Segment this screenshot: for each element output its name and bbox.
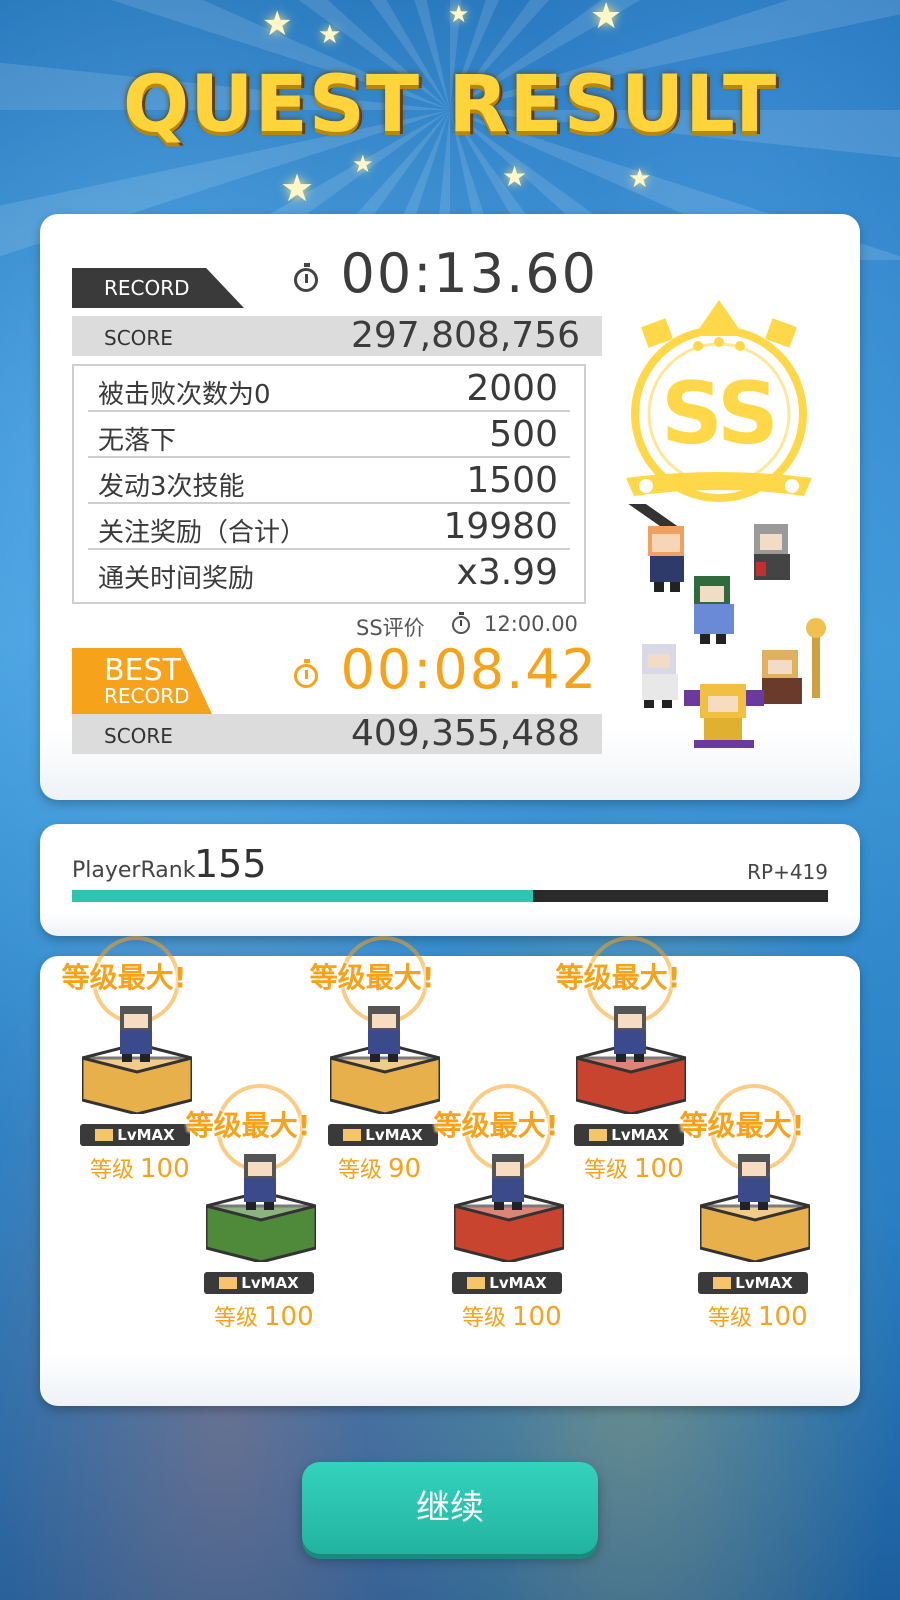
star-icon: ★ bbox=[502, 160, 528, 193]
continue-button[interactable]: 继续 bbox=[302, 1462, 598, 1554]
unit-sprite bbox=[492, 1154, 524, 1210]
star-icon: ★ bbox=[590, 0, 623, 37]
level-value: 100 bbox=[758, 1302, 808, 1332]
lvmax-tag-text: LvMAX bbox=[611, 1126, 669, 1144]
level-max-banner: 等级最大! bbox=[309, 961, 435, 994]
star-icon: ★ bbox=[628, 164, 652, 194]
timer-icon bbox=[452, 612, 470, 634]
level-max-banner: 等级最大! bbox=[185, 1109, 311, 1142]
bonus-value: 19980 bbox=[443, 506, 558, 547]
party-sprites bbox=[622, 504, 826, 748]
star-icon: ★ bbox=[448, 0, 470, 28]
rank-progress-bar bbox=[72, 890, 828, 902]
level-label: 等级 bbox=[338, 1158, 383, 1183]
record-time: 00:13.60 bbox=[340, 242, 598, 305]
record-tag: RECORD bbox=[72, 268, 244, 308]
result-card: RECORD 00:13.60 SCORE 297,808,756 被击败次数为… bbox=[40, 214, 860, 800]
bonus-row: 发动3次技能 1500 bbox=[88, 458, 570, 504]
best-score-bar: SCORE 409,355,488 bbox=[72, 714, 602, 754]
unit-level: 等级 100 bbox=[462, 1300, 562, 1332]
bonus-row: 被击败次数为0 2000 bbox=[88, 366, 570, 412]
character-sprite bbox=[754, 524, 790, 580]
lvmax-tag-text: LvMAX bbox=[489, 1274, 547, 1292]
bonus-name: 无落下 bbox=[98, 426, 177, 456]
level-label: 等级 bbox=[214, 1306, 259, 1331]
score-label: SCORE bbox=[104, 724, 173, 748]
best-time: 00:08.42 bbox=[340, 638, 598, 701]
unit-level: 等级 100 bbox=[584, 1152, 684, 1184]
best-record-tag: BEST RECORD bbox=[72, 648, 212, 714]
character-sprite bbox=[762, 618, 826, 704]
best-tag-line2: RECORD bbox=[104, 684, 190, 708]
bonus-row: 关注奖励（合计） 19980 bbox=[88, 504, 570, 550]
bonus-value: 500 bbox=[489, 414, 558, 455]
level-value: 100 bbox=[140, 1154, 190, 1184]
bonus-name: 发动3次技能 bbox=[98, 472, 245, 502]
level-value: 100 bbox=[264, 1302, 314, 1332]
grade-text: SS bbox=[660, 364, 779, 464]
best-tag-line1: BEST bbox=[104, 653, 181, 688]
star-icon: ★ bbox=[352, 150, 374, 178]
unit-level: 等级 100 bbox=[214, 1300, 314, 1332]
unit-level: 等级 90 bbox=[338, 1152, 421, 1184]
character-sprite bbox=[642, 644, 678, 708]
level-value: 90 bbox=[388, 1154, 422, 1184]
lvmax-tag-text: LvMAX bbox=[241, 1274, 299, 1292]
level-value: 100 bbox=[512, 1302, 562, 1332]
character-sprite bbox=[694, 576, 734, 644]
bonus-name: 关注奖励（合计） bbox=[98, 518, 307, 548]
ss-requirement-time: 12:00.00 bbox=[484, 612, 578, 636]
level-max-banner: 等级最大! bbox=[433, 1109, 559, 1142]
units-card: 等级最大! LvMAX 等级 100 等级最大! LvMAX 等级 100 等级最大! LvMAX… bbox=[40, 936, 860, 1406]
lvmax-tag-text: LvMAX bbox=[365, 1126, 423, 1144]
star-icon: ★ bbox=[262, 4, 293, 44]
bonus-value: x3.99 bbox=[456, 552, 558, 593]
character-sprite bbox=[622, 504, 684, 592]
lvmax-tag: LvMAX bbox=[452, 1272, 562, 1294]
bonus-row: 无落下 500 bbox=[88, 412, 570, 458]
level-value: 100 bbox=[634, 1154, 684, 1184]
record-score: 297,808,756 bbox=[350, 315, 580, 356]
bonus-name: 通关时间奖励 bbox=[98, 564, 255, 594]
unit-sprite bbox=[738, 1154, 770, 1210]
player-rank-label: PlayerRank bbox=[72, 858, 196, 883]
bonus-list: 被击败次数为0 2000 无落下 500 发动3次技能 1500 关注奖励（合计… bbox=[72, 364, 586, 604]
player-rank-card: PlayerRank 155 RP+419 bbox=[40, 824, 860, 936]
score-label: SCORE bbox=[104, 326, 173, 350]
best-score: 409,355,488 bbox=[350, 713, 580, 754]
rank-points-gained: RP+419 bbox=[747, 860, 828, 884]
bonus-value: 1500 bbox=[466, 460, 558, 501]
lvmax-tag: LvMAX bbox=[698, 1272, 808, 1294]
level-max-banner: 等级最大! bbox=[61, 961, 187, 994]
record-score-bar: SCORE 297,808,756 bbox=[72, 316, 602, 356]
bonus-name: 被击败次数为0 bbox=[98, 380, 271, 410]
timer-icon bbox=[294, 659, 318, 688]
bonus-row: 通关时间奖励 x3.99 bbox=[88, 550, 570, 594]
unit-level: 等级 100 bbox=[708, 1300, 808, 1332]
player-rank-value: 155 bbox=[194, 842, 267, 886]
level-label: 等级 bbox=[90, 1158, 135, 1183]
level-label: 等级 bbox=[708, 1306, 753, 1331]
level-label: 等级 bbox=[462, 1306, 507, 1331]
level-max-banner: 等级最大! bbox=[679, 1109, 805, 1142]
unit-sprite bbox=[368, 1006, 400, 1062]
unit-sprite bbox=[614, 1006, 646, 1062]
character-sprite bbox=[684, 684, 764, 748]
lvmax-tag-text: LvMAX bbox=[735, 1274, 793, 1292]
unit-sprite bbox=[244, 1154, 276, 1210]
star-icon: ★ bbox=[280, 166, 315, 210]
unit-level: 等级 100 bbox=[90, 1152, 190, 1184]
rank-progress-fill bbox=[72, 890, 534, 902]
timer-icon bbox=[294, 263, 318, 292]
lvmax-tag-text: LvMAX bbox=[117, 1126, 175, 1144]
level-label: 等级 bbox=[584, 1158, 629, 1183]
bonus-value: 2000 bbox=[466, 368, 558, 409]
star-icon: ★ bbox=[318, 20, 342, 50]
quest-result-title: QUEST RESULT bbox=[122, 60, 778, 150]
lvmax-tag: LvMAX bbox=[204, 1272, 314, 1294]
unit-sprite bbox=[120, 1006, 152, 1062]
level-max-banner: 等级最大! bbox=[555, 961, 681, 994]
